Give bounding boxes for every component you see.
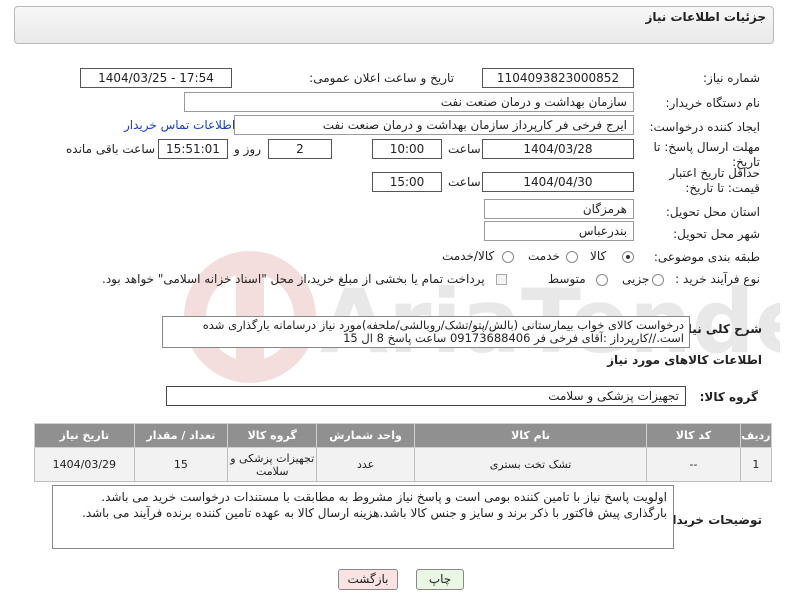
city-label: شهر محل تحویل:	[673, 227, 760, 241]
treasury-payment-note: پرداخت تمام یا بخشی از مبلغ خرید،از محل …	[102, 272, 485, 286]
remaining-time-field[interactable]: 15:51:01	[158, 139, 228, 159]
back-button[interactable]: بازگشت	[338, 569, 398, 590]
province-label: استان محل تحویل:	[665, 205, 760, 219]
need-number-field[interactable]: 1104093823000852	[482, 68, 634, 88]
need-number-label: شماره نیاز:	[703, 71, 760, 85]
table-row[interactable]: 1 -- تشک تخت بستری عدد تجهیزات پزشکی و س…	[34, 447, 773, 482]
requester-field[interactable]: ایرج فرخی فر کارپرداز سازمان بهداشت و در…	[234, 115, 634, 135]
buyer-notes-label: توضیحات خریدار:	[660, 513, 762, 527]
city-field[interactable]: بندرعباس	[484, 221, 634, 241]
validity-time-field[interactable]: 15:00	[372, 172, 442, 192]
province-field[interactable]: هرمزگان	[484, 199, 634, 219]
reply-time-label: ساعت	[448, 142, 481, 156]
cell-code: --	[646, 447, 741, 482]
cell-group: تجهیزات پزشکی و سلامت	[227, 447, 318, 482]
col-date-header: تاریخ نیاز	[34, 423, 135, 448]
buyer-org-label: نام دستگاه خریدار:	[665, 96, 761, 110]
cell-unit: عدد	[316, 447, 415, 482]
description-textarea[interactable]: درخواست کالای خواب بیمارستانی (بالش/پتو/…	[162, 316, 690, 348]
goods-group-label: گروه کالا:	[699, 390, 758, 404]
reply-time-field[interactable]: 10:00	[372, 139, 442, 159]
col-name-header: نام کالا	[413, 423, 648, 448]
process-radio-medium[interactable]	[596, 274, 608, 286]
category-radio-goods[interactable]	[622, 251, 634, 263]
validity-time-label: ساعت	[448, 175, 481, 189]
page-title: جزئیات اطلاعات نیاز	[645, 10, 766, 24]
category-option-goods: کالا	[590, 249, 607, 263]
category-label: طبقه بندی موضوعی:	[653, 250, 760, 264]
treasury-payment-checkbox[interactable]	[496, 274, 507, 285]
cell-date: 1404/03/29	[34, 447, 135, 482]
col-group-header: گروه کالا	[227, 423, 318, 448]
goods-info-heading: اطلاعات کالاهای مورد نیاز	[607, 353, 762, 367]
announce-datetime-label: تاریخ و ساعت اعلان عمومی:	[309, 71, 454, 85]
announce-datetime-field[interactable]: 1404/03/25 - 17:54	[80, 68, 232, 88]
days-label: روز و	[234, 142, 261, 156]
cell-qty: 15	[133, 447, 229, 482]
process-radio-minor[interactable]	[652, 274, 664, 286]
requester-label: ایجاد کننده درخواست:	[649, 120, 760, 134]
cell-row: 1	[739, 447, 773, 482]
process-option-medium: متوسط	[548, 272, 586, 286]
price-validity-label: حداقل تاریخ اعتبار قیمت: تا تاریخ:	[669, 166, 760, 195]
category-radio-service[interactable]	[566, 251, 578, 263]
print-button[interactable]: چاپ	[416, 569, 464, 590]
category-option-service: خدمت	[528, 249, 560, 263]
buyer-org-field[interactable]: سازمان بهداشت و درمان صنعت نفت	[184, 92, 634, 112]
cell-name: تشک تخت بستری	[413, 447, 648, 482]
items-table: ردیف کد کالا نام کالا واحد شمارش گروه کا…	[34, 423, 773, 482]
process-label: نوع فرآیند خرید :	[675, 272, 760, 286]
reply-date-field[interactable]: 1404/03/28	[482, 139, 634, 159]
col-unit-header: واحد شمارش	[316, 423, 415, 448]
category-radio-both[interactable]	[502, 251, 514, 263]
col-row-header: ردیف	[739, 423, 773, 448]
category-option-both: کالا/خدمت	[442, 249, 495, 263]
buyer-notes-textarea[interactable]: اولویت پاسخ نیاز با تامین کننده بومی است…	[52, 485, 674, 549]
table-header-row: ردیف کد کالا نام کالا واحد شمارش گروه کا…	[34, 423, 773, 448]
buyer-contact-link[interactable]: اطلاعات تماس خریدار	[124, 118, 235, 132]
goods-group-field[interactable]: تجهیزات پزشکی و سلامت	[166, 386, 686, 406]
days-field[interactable]: 2	[268, 139, 332, 159]
validity-date-field[interactable]: 1404/04/30	[482, 172, 634, 192]
remaining-label: ساعت باقی مانده	[66, 142, 156, 156]
col-qty-header: تعداد / مقدار	[133, 423, 229, 448]
process-option-minor: جزیی	[622, 272, 650, 286]
col-code-header: کد کالا	[646, 423, 741, 448]
